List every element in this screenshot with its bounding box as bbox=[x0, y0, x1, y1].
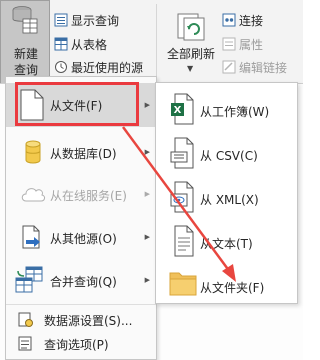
new-query-label-line2: 查询 bbox=[13, 63, 38, 77]
edit-links-icon bbox=[222, 60, 236, 74]
menu-item-query-options-label: 查询选项(P) bbox=[44, 338, 109, 352]
properties-button[interactable]: 属性 bbox=[222, 35, 263, 53]
show-queries-label: 显示查询 bbox=[71, 13, 120, 28]
from-table-label: 从表格 bbox=[71, 37, 108, 52]
submenu-item-from-xml-label: 从 XML(X) bbox=[200, 193, 259, 207]
edit-links-label: 编辑链接 bbox=[239, 60, 288, 75]
text-file-icon bbox=[174, 225, 194, 257]
combine-query-icon bbox=[15, 266, 43, 293]
ribbon: 新建 查询 显示查询 从表格 最近使用的源 全部刷新 ▼ 连接 属性 编辑链接 bbox=[0, 0, 303, 84]
submenu-arrow-icon: ▶ bbox=[144, 190, 150, 198]
submenu-item-from-csv-label: 从 CSV(C) bbox=[200, 149, 258, 163]
database-icon bbox=[25, 140, 41, 164]
menu-item-data-source-settings-label: 数据源设置(S)... bbox=[44, 314, 133, 328]
menu-item-data-source-settings[interactable]: 数据源设置(S)... bbox=[6, 308, 156, 332]
menu-separator bbox=[6, 304, 156, 305]
xml-file-icon bbox=[170, 181, 194, 213]
submenu-arrow-icon: ▶ bbox=[144, 276, 150, 284]
connections-icon bbox=[222, 13, 236, 27]
submenu-item-from-csv[interactable]: 从 CSV(C) bbox=[156, 133, 297, 177]
submenu-arrow-icon: ▶ bbox=[144, 148, 150, 156]
edit-links-button[interactable]: 编辑链接 bbox=[222, 58, 287, 76]
other-sources-icon bbox=[22, 225, 40, 249]
new-query-label-line1: 新建 bbox=[13, 47, 38, 61]
submenu-item-from-xml[interactable]: 从 XML(X) bbox=[156, 177, 297, 221]
submenu-item-from-folder-label: 从文件夹(F) bbox=[200, 281, 265, 295]
refresh-dropdown-chevron-icon[interactable]: ▼ bbox=[187, 64, 193, 73]
new-query-button[interactable]: 新建 查询 bbox=[0, 0, 50, 84]
from-file-submenu: X 从工作簿(W) 从 CSV(C) 从 XML(X) 从文本(T) 从文件夹(… bbox=[155, 82, 298, 304]
connections-button[interactable]: 连接 bbox=[222, 11, 263, 29]
menu-item-from-other-sources-label: 从其他源(O) bbox=[50, 232, 117, 246]
submenu-item-from-workbook[interactable]: X 从工作簿(W) bbox=[156, 89, 297, 133]
query-options-icon bbox=[18, 336, 32, 351]
menu-item-from-other-sources[interactable]: 从其他源(O) ▶ bbox=[6, 218, 156, 256]
table-icon bbox=[54, 37, 68, 51]
excel-workbook-icon: X bbox=[171, 93, 194, 125]
menu-item-from-online-services-label: 从在线服务(E) bbox=[50, 189, 127, 203]
submenu-item-from-workbook-label: 从工作簿(W) bbox=[200, 105, 270, 119]
connections-label: 连接 bbox=[239, 13, 264, 28]
menu-item-query-options[interactable]: 查询选项(P) bbox=[6, 332, 156, 356]
refresh-all-button[interactable]: 全部刷新 ▼ bbox=[164, 12, 218, 76]
submenu-item-from-folder[interactable]: 从文件夹(F) bbox=[156, 261, 297, 305]
menu-item-from-database-label: 从数据库(D) bbox=[50, 147, 117, 161]
csv-file-icon bbox=[170, 137, 194, 169]
menu-item-from-database[interactable]: 从数据库(D) ▶ bbox=[6, 133, 156, 171]
menu-item-from-online-services[interactable]: 从在线服务(E) ▶ bbox=[6, 175, 156, 213]
properties-label: 属性 bbox=[239, 37, 264, 52]
cloud-icon bbox=[21, 188, 45, 202]
refresh-icon bbox=[177, 13, 205, 41]
submenu-item-from-text-label: 从文本(T) bbox=[200, 237, 253, 251]
submenu-arrow-icon: ▶ bbox=[144, 233, 150, 241]
recent-sources-icon bbox=[54, 60, 68, 74]
from-table-button[interactable]: 从表格 bbox=[54, 35, 107, 53]
submenu-item-from-text[interactable]: 从文本(T) bbox=[156, 221, 297, 265]
menu-item-combine-queries[interactable]: 合并查询(Q) ▶ bbox=[6, 261, 156, 299]
highlight-box bbox=[15, 82, 139, 126]
menu-item-combine-queries-label: 合并查询(Q) bbox=[50, 275, 117, 289]
database-table-icon bbox=[12, 6, 38, 34]
data-source-settings-icon bbox=[18, 312, 33, 327]
recent-sources-button[interactable]: 最近使用的源 bbox=[54, 58, 143, 76]
submenu-arrow-icon: ▶ bbox=[144, 101, 150, 109]
properties-icon bbox=[222, 37, 236, 51]
refresh-all-label: 全部刷新 bbox=[166, 47, 215, 61]
ribbon-separator bbox=[156, 4, 157, 76]
recent-sources-label: 最近使用的源 bbox=[71, 60, 144, 75]
svg-text:X: X bbox=[174, 105, 182, 116]
folder-icon bbox=[169, 272, 197, 296]
show-queries-button[interactable]: 显示查询 bbox=[54, 11, 119, 29]
show-queries-icon bbox=[54, 13, 68, 27]
